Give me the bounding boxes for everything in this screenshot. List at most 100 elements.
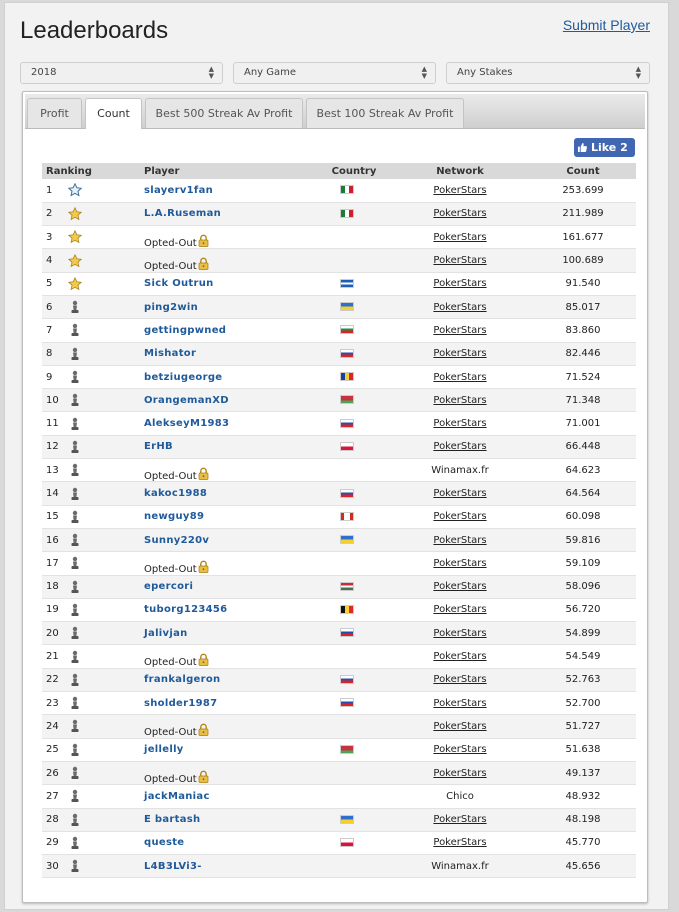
- facebook-like-button[interactable]: Like 2: [574, 138, 635, 157]
- network-link[interactable]: PokerStars: [433, 348, 486, 359]
- pawn-icon: [68, 626, 82, 640]
- count-cell: 48.932: [565, 790, 601, 802]
- network-link[interactable]: PokerStars: [433, 185, 486, 196]
- game-select[interactable]: Any Game ▲ ▼: [233, 62, 436, 84]
- network-link[interactable]: PokerStars: [433, 651, 486, 662]
- network-link[interactable]: PokerStars: [433, 488, 486, 499]
- network-link[interactable]: PokerStars: [433, 535, 486, 546]
- player-name-link[interactable]: ping2win: [144, 302, 198, 313]
- player-name-link[interactable]: epercori: [144, 581, 193, 592]
- player-name-link[interactable]: slayerv1fan: [144, 185, 213, 196]
- player-cell: Sunny220v: [144, 528, 318, 551]
- player-cell: slayerv1fan: [144, 179, 318, 202]
- year-select[interactable]: 2018 ▲ ▼: [20, 62, 223, 84]
- country-cell: [318, 785, 390, 808]
- network-link[interactable]: PokerStars: [433, 255, 486, 266]
- player-name-link[interactable]: jellelly: [144, 744, 184, 755]
- country-cell: [318, 668, 390, 691]
- network-cell: PokerStars: [390, 575, 530, 598]
- rank-cell: 9: [46, 371, 53, 383]
- country-cell: [318, 552, 390, 575]
- player-name-link[interactable]: E bartash: [144, 814, 200, 825]
- player-name-link[interactable]: jackManiac: [144, 791, 210, 802]
- network-link[interactable]: PokerStars: [433, 581, 486, 592]
- tab-profit[interactable]: Profit: [27, 98, 82, 128]
- player-name-link[interactable]: AlekseyM1983: [144, 418, 229, 429]
- network-link[interactable]: PokerStars: [433, 768, 486, 779]
- network-link[interactable]: PokerStars: [433, 208, 486, 219]
- network-link[interactable]: PokerStars: [433, 441, 486, 452]
- tab-best-100-streak[interactable]: Best 100 Streak Av Profit: [306, 98, 464, 128]
- network-link[interactable]: PokerStars: [433, 418, 486, 429]
- country-cell: [318, 412, 390, 435]
- rank-cell: 30: [46, 860, 59, 872]
- table-row: 21 Opted-Out PokerStars 54.549: [42, 644, 636, 669]
- stakes-select[interactable]: Any Stakes ▲ ▼: [446, 62, 650, 84]
- network-link[interactable]: PokerStars: [433, 232, 486, 243]
- table-row: 23 sholder1987 PokerStars 52.700: [42, 691, 636, 715]
- thumbs-up-icon: [578, 143, 587, 152]
- network-link[interactable]: PokerStars: [433, 302, 486, 313]
- network-link[interactable]: PokerStars: [433, 721, 486, 732]
- network-link[interactable]: PokerStars: [433, 837, 486, 848]
- player-cell: Opted-Out: [144, 249, 318, 272]
- network-link[interactable]: PokerStars: [433, 698, 486, 709]
- player-name-link[interactable]: L.A.Ruseman: [144, 208, 221, 219]
- player-name-link[interactable]: gettingpwned: [144, 325, 226, 336]
- network-link[interactable]: PokerStars: [433, 674, 486, 685]
- submit-player-link[interactable]: Submit Player: [563, 17, 650, 33]
- network-link[interactable]: PokerStars: [433, 395, 486, 406]
- player-name-link[interactable]: kakoc1988: [144, 488, 207, 499]
- table-row: 12 ErHB PokerStars 66.448: [42, 435, 636, 459]
- mexico-flag-icon: [340, 208, 354, 218]
- lock-icon: [198, 653, 209, 666]
- network-link[interactable]: PokerStars: [433, 744, 486, 755]
- ukraine-flag-icon: [340, 535, 354, 545]
- star-gold-icon: [67, 253, 83, 268]
- network-link[interactable]: PokerStars: [433, 604, 486, 615]
- player-name-link[interactable]: Jalivjan: [144, 628, 188, 639]
- player-name-link[interactable]: Mishator: [144, 348, 196, 359]
- table-row: 10 OrangemanXD PokerStars 71.348: [42, 388, 636, 412]
- count-cell: 71.524: [565, 371, 601, 383]
- player-name-link[interactable]: betziugeorge: [144, 372, 222, 383]
- pawn-icon: [68, 813, 82, 827]
- updown-arrow-icon: ▲ ▼: [635, 65, 641, 80]
- network-link[interactable]: PokerStars: [433, 558, 486, 569]
- tab-count[interactable]: Count: [85, 98, 142, 129]
- count-cell: 161.677: [562, 231, 604, 243]
- rank-cell: 4: [46, 255, 53, 267]
- network-cell: PokerStars: [390, 505, 530, 528]
- count-cell: 71.348: [565, 394, 601, 406]
- country-cell: [318, 855, 390, 878]
- tab-best-500-streak[interactable]: Best 500 Streak Av Profit: [145, 98, 303, 128]
- table-row: 18 epercori PokerStars 58.096: [42, 575, 636, 599]
- ukraine-flag-icon: [340, 814, 354, 824]
- player-name-link[interactable]: L4B3LVi3-: [144, 861, 202, 872]
- network-link[interactable]: PokerStars: [433, 511, 486, 522]
- game-select-value: Any Game: [244, 67, 297, 78]
- network-link[interactable]: PokerStars: [433, 278, 486, 289]
- network-cell: PokerStars: [390, 342, 530, 365]
- network-link[interactable]: PokerStars: [433, 325, 486, 336]
- network-link: Chico: [446, 790, 474, 802]
- player-cell: gettingpwned: [144, 319, 318, 342]
- player-cell: E bartash: [144, 808, 318, 831]
- player-name-link[interactable]: OrangemanXD: [144, 395, 229, 406]
- pawn-icon: [68, 696, 82, 710]
- player-cell: Opted-Out: [144, 715, 318, 738]
- network-link[interactable]: PokerStars: [433, 372, 486, 383]
- player-name-link[interactable]: sholder1987: [144, 698, 217, 709]
- player-name-link[interactable]: Sunny220v: [144, 535, 209, 546]
- player-name-link[interactable]: frankalgeron: [144, 674, 220, 685]
- player-name-link[interactable]: newguy89: [144, 511, 204, 522]
- network-link[interactable]: PokerStars: [433, 628, 486, 639]
- network-link[interactable]: PokerStars: [433, 814, 486, 825]
- leaderboard-table: Ranking Player Country Network Count 1 sl…: [42, 163, 636, 878]
- player-name-link[interactable]: ErHB: [144, 441, 173, 452]
- player-name-link[interactable]: Sick Outrun: [144, 278, 214, 289]
- player-name-link[interactable]: tuborg123456: [144, 604, 227, 615]
- rank-cell: 8: [46, 348, 53, 360]
- player-name-link[interactable]: queste: [144, 837, 184, 848]
- network-cell: PokerStars: [390, 482, 530, 505]
